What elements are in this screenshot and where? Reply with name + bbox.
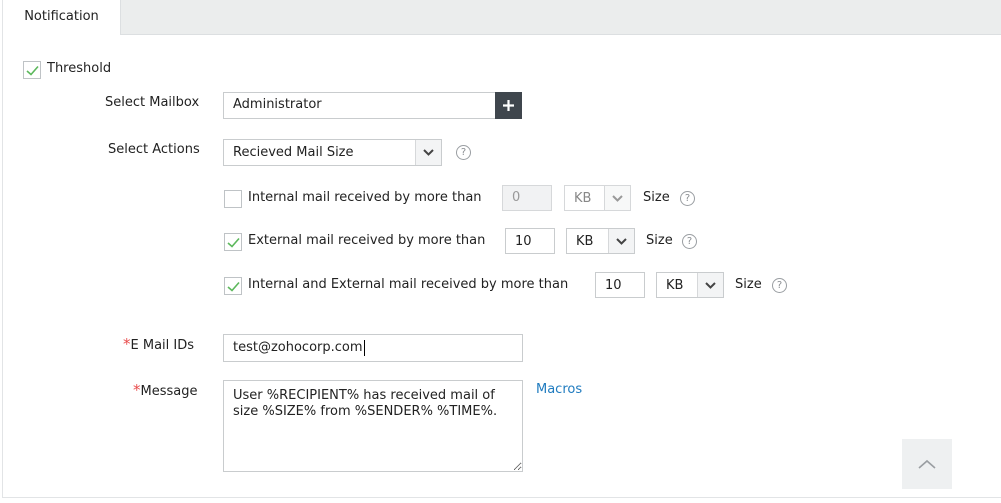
chevron-down-icon[interactable] bbox=[608, 229, 634, 253]
condition-external-unit-value: KB bbox=[576, 234, 594, 249]
condition-external-checkbox[interactable] bbox=[224, 233, 242, 251]
condition-internal-checkbox[interactable] bbox=[224, 190, 242, 208]
actions-selected-value: Recieved Mail Size bbox=[233, 145, 354, 160]
message-label-text: Message bbox=[140, 384, 198, 399]
email-ids-value: test@zohocorp.com bbox=[233, 340, 363, 355]
email-ids-input[interactable]: test@zohocorp.com bbox=[223, 334, 523, 362]
condition-internal-help-icon[interactable]: ? bbox=[680, 191, 695, 206]
condition-internal-unit-value: KB bbox=[574, 191, 592, 206]
check-icon bbox=[227, 281, 240, 292]
message-label: *Message bbox=[133, 381, 197, 399]
threshold-label: Threshold bbox=[47, 61, 112, 76]
required-asterisk: * bbox=[133, 381, 141, 399]
mailbox-value: Administrator bbox=[233, 97, 322, 112]
condition-external-unit-select[interactable]: KB bbox=[566, 228, 635, 254]
condition-external-size-value: 10 bbox=[515, 234, 532, 249]
chevron-down-icon[interactable] bbox=[415, 140, 441, 165]
tab-bar: Notification bbox=[3, 0, 1001, 35]
condition-internal-size-value: 0 bbox=[512, 190, 521, 205]
condition-both-size-input[interactable]: 10 bbox=[595, 272, 645, 298]
plus-icon bbox=[503, 100, 514, 111]
condition-both-checkbox[interactable] bbox=[224, 277, 242, 295]
select-mailbox-label: Select Mailbox bbox=[105, 95, 200, 110]
add-mailbox-button[interactable] bbox=[495, 92, 522, 119]
email-ids-label: *E Mail IDs bbox=[123, 335, 194, 353]
required-asterisk: * bbox=[123, 335, 131, 353]
email-ids-label-text: E Mail IDs bbox=[130, 338, 195, 353]
condition-internal-size-label: Size bbox=[643, 190, 670, 205]
tab-notification-label: Notification bbox=[24, 8, 99, 24]
scroll-to-top-button[interactable] bbox=[902, 439, 952, 489]
macros-link[interactable]: Macros bbox=[536, 382, 582, 397]
chevron-down-icon[interactable] bbox=[697, 273, 723, 297]
actions-help-icon[interactable]: ? bbox=[456, 145, 471, 160]
condition-both-label: Internal and External mail received by m… bbox=[248, 277, 569, 292]
condition-both-size-label: Size bbox=[735, 277, 762, 292]
select-actions-label: Select Actions bbox=[108, 142, 200, 157]
condition-both-size-value: 10 bbox=[605, 278, 622, 293]
condition-external-help-icon[interactable]: ? bbox=[682, 234, 697, 249]
condition-external-size-input[interactable]: 10 bbox=[505, 228, 555, 254]
condition-internal-unit-select[interactable]: KB bbox=[564, 185, 631, 211]
threshold-checkbox[interactable] bbox=[23, 61, 41, 79]
message-textarea[interactable] bbox=[223, 380, 523, 472]
actions-select[interactable]: Recieved Mail Size bbox=[223, 139, 442, 166]
condition-both-help-icon[interactable]: ? bbox=[772, 278, 787, 293]
check-icon bbox=[26, 65, 39, 76]
chevron-down-icon[interactable] bbox=[604, 186, 630, 210]
condition-both-unit-select[interactable]: KB bbox=[656, 272, 724, 298]
mailbox-input[interactable]: Administrator bbox=[223, 92, 496, 119]
chevron-up-icon bbox=[918, 459, 936, 469]
condition-external-size-label: Size bbox=[646, 233, 673, 248]
condition-both-unit-value: KB bbox=[666, 278, 684, 293]
check-icon bbox=[227, 237, 240, 248]
condition-external-label: External mail received by more than bbox=[248, 233, 486, 248]
tab-notification[interactable]: Notification bbox=[3, 0, 121, 35]
text-cursor bbox=[363, 339, 365, 356]
condition-internal-label: Internal mail received by more than bbox=[248, 190, 482, 205]
condition-internal-size-input[interactable]: 0 bbox=[502, 185, 552, 211]
